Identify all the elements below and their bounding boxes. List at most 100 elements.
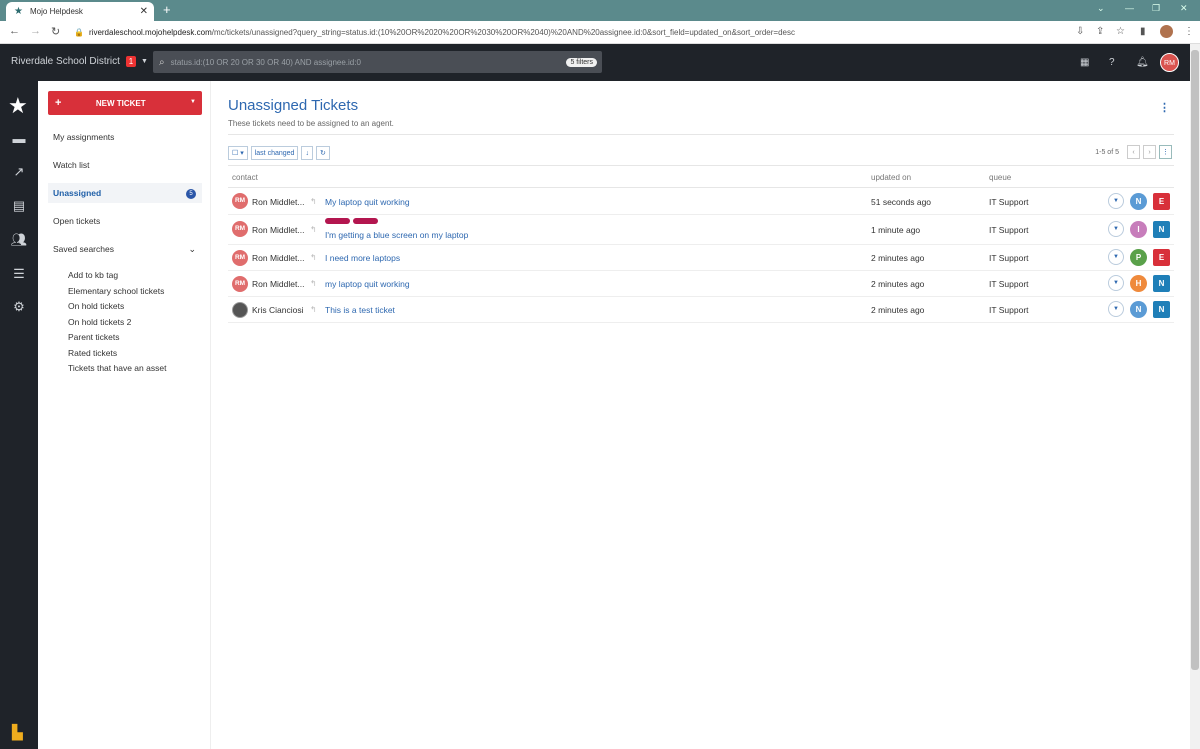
ticket-subject[interactable]: I'm getting a blue screen on my laptop (325, 230, 468, 240)
status-badge[interactable]: N (1153, 275, 1170, 292)
saved-search-item[interactable]: Tickets that have an asset (68, 363, 166, 373)
chevron-down-icon[interactable]: ⌄ (188, 244, 196, 255)
saved-search-item[interactable]: Elementary school tickets (68, 286, 164, 296)
url-field[interactable]: 🔒 riverdaleschool.mojohelpdesk.com /mc/t… (70, 24, 1070, 41)
status-badge[interactable]: E (1153, 193, 1170, 210)
select-all-checkbox[interactable]: ☐ ▾ (228, 146, 248, 160)
new-tab-icon[interactable]: + (163, 3, 171, 17)
bookmark-star-icon[interactable]: ☆ (1116, 26, 1125, 37)
row-actions-dropdown[interactable]: ▼ (1108, 301, 1124, 317)
refresh-icon[interactable]: ↻ (316, 146, 330, 160)
sidepanel-icon[interactable]: ▮ (1140, 26, 1146, 37)
help-icon[interactable]: ? (1109, 57, 1115, 68)
table-row[interactable]: RM Ron Middlet... ↰ I need more laptops … (228, 245, 1174, 271)
list-options-icon[interactable]: ⋮ (1159, 145, 1172, 159)
scrollbar-thumb[interactable] (1191, 50, 1199, 670)
table-row[interactable]: Kris Cianciosi ↰ This is a test ticket 2… (228, 297, 1174, 323)
knowledge-base-icon[interactable]: ▤ (10, 198, 28, 214)
sidebar-item-saved-searches[interactable]: Saved searches⌄ (48, 239, 202, 259)
sidebar-item-watch-list[interactable]: Watch list (48, 155, 202, 175)
row-actions-dropdown[interactable]: ▼ (1108, 193, 1124, 209)
next-page-icon[interactable]: › (1143, 145, 1156, 159)
ticket-subject[interactable]: My laptop quit working (325, 197, 410, 207)
status-badge[interactable]: N (1153, 221, 1170, 238)
filters-badge[interactable]: 5 filters (566, 58, 597, 67)
priority-badge[interactable]: I (1130, 221, 1147, 238)
priority-badge[interactable]: P (1130, 249, 1147, 266)
browser-profile-avatar[interactable] (1160, 25, 1173, 38)
sort-direction-button[interactable]: ↓ (301, 146, 313, 160)
priority-badge[interactable]: N (1130, 301, 1147, 318)
org-switcher[interactable]: Riverdale School District 1 ▼ (11, 56, 148, 67)
forward-icon[interactable]: → (30, 25, 41, 37)
sidebar-item-unassigned[interactable]: Unassigned5 (48, 183, 202, 203)
saved-search-item[interactable]: Add to kb tag (68, 270, 118, 280)
saved-search-item[interactable]: On hold tickets 2 (68, 317, 131, 327)
sort-field-button[interactable]: last changed (251, 146, 299, 160)
row-actions-dropdown[interactable]: ▼ (1108, 275, 1124, 291)
search-query: status.id:(10 OR 20 OR 30 OR 40) AND ass… (171, 58, 567, 67)
priority-badge[interactable]: N (1130, 193, 1147, 210)
back-icon[interactable]: ← (9, 25, 20, 37)
contact-name[interactable]: Kris Cianciosi (252, 305, 304, 315)
close-icon[interactable]: ✕ (140, 6, 148, 17)
ticket-subject[interactable]: This is a test ticket (325, 305, 395, 315)
tickets-icon[interactable]: ▬ (10, 131, 28, 146)
tag-chip[interactable] (325, 218, 350, 224)
contact-name[interactable]: Ron Middlet... (252, 197, 304, 207)
pager-text: 1-5 of 5 (1095, 149, 1119, 156)
table-row[interactable]: RM Ron Middlet... ↰ My laptop quit worki… (228, 188, 1174, 215)
contact-name[interactable]: Ron Middlet... (252, 225, 304, 235)
contact-name[interactable]: Ron Middlet... (252, 253, 304, 263)
saved-search-item[interactable]: Rated tickets (68, 348, 117, 358)
search-input[interactable]: ⌕ status.id:(10 OR 20 OR 30 OR 40) AND a… (153, 51, 602, 73)
priority-badge[interactable]: H (1130, 275, 1147, 292)
browser-menu-icon[interactable]: ⋮ (1184, 26, 1194, 37)
maximize-icon[interactable]: ❐ (1152, 3, 1160, 14)
browser-tab[interactable]: ★ Mojo Helpdesk ✕ (6, 2, 154, 21)
new-ticket-label: NEW TICKET (61, 99, 180, 108)
status-badge[interactable]: N (1153, 301, 1170, 318)
row-actions-dropdown[interactable]: ▼ (1108, 249, 1124, 265)
chevron-down-icon[interactable]: ⌄ (1097, 3, 1105, 14)
url-path: /mc/tickets/unassigned?query_string=stat… (212, 28, 795, 37)
sidebar-item-label: Open tickets (53, 216, 100, 226)
list-icon[interactable]: ☰ (10, 266, 28, 282)
reload-icon[interactable]: ↻ (51, 25, 60, 38)
share-icon[interactable]: ⇪ (1096, 26, 1104, 37)
apps-grid-icon[interactable]: ▦ (1080, 57, 1089, 68)
mojo-star-icon: ★ (14, 7, 24, 17)
sidebar-item-my-assignments[interactable]: My assignments (48, 127, 202, 147)
table-row[interactable]: RM Ron Middlet... ↰ I'm getting a blue s… (228, 215, 1174, 245)
new-ticket-button[interactable]: + NEW TICKET ▼ (48, 91, 202, 115)
row-actions-dropdown[interactable]: ▼ (1108, 221, 1124, 237)
caret-down-icon[interactable]: ▼ (190, 99, 196, 105)
column-header-queue[interactable]: queue (989, 173, 1011, 182)
contact-avatar: RM (232, 193, 248, 209)
user-avatar[interactable]: RM (1160, 53, 1179, 72)
more-options-icon[interactable]: ⋮ (1159, 101, 1170, 114)
users-icon[interactable]: 👥︎ (10, 232, 28, 248)
bell-icon[interactable]: 🔔︎ (1136, 57, 1149, 68)
ticket-subject[interactable]: I need more laptops (325, 253, 400, 263)
ticket-subject[interactable]: my laptop quit working (325, 279, 410, 289)
saved-search-item[interactable]: On hold tickets (68, 301, 124, 311)
tag-chip[interactable] (353, 218, 378, 224)
prev-page-icon[interactable]: ‹ (1127, 145, 1140, 159)
page-title: Unassigned Tickets (228, 97, 358, 114)
gear-icon[interactable]: ⚙ (10, 299, 28, 315)
column-header-updated[interactable]: updated on (871, 173, 911, 182)
analytics-icon[interactable]: ↗ (10, 164, 28, 180)
window-close-icon[interactable]: ✕ (1180, 3, 1188, 14)
saved-search-item[interactable]: Parent tickets (68, 332, 120, 342)
sidebar-item-open-tickets[interactable]: Open tickets (48, 211, 202, 231)
star-icon[interactable]: ★ (8, 93, 26, 119)
queue: IT Support (989, 197, 1029, 207)
minimize-icon[interactable]: — (1125, 3, 1134, 13)
column-header-contact[interactable]: contact (232, 173, 258, 182)
table-row[interactable]: RM Ron Middlet... ↰ my laptop quit worki… (228, 271, 1174, 297)
install-icon[interactable]: ⇩ (1076, 26, 1084, 37)
pager: 1-5 of 5 ‹ › ⋮ (1095, 145, 1172, 159)
status-badge[interactable]: E (1153, 249, 1170, 266)
contact-name[interactable]: Ron Middlet... (252, 279, 304, 289)
